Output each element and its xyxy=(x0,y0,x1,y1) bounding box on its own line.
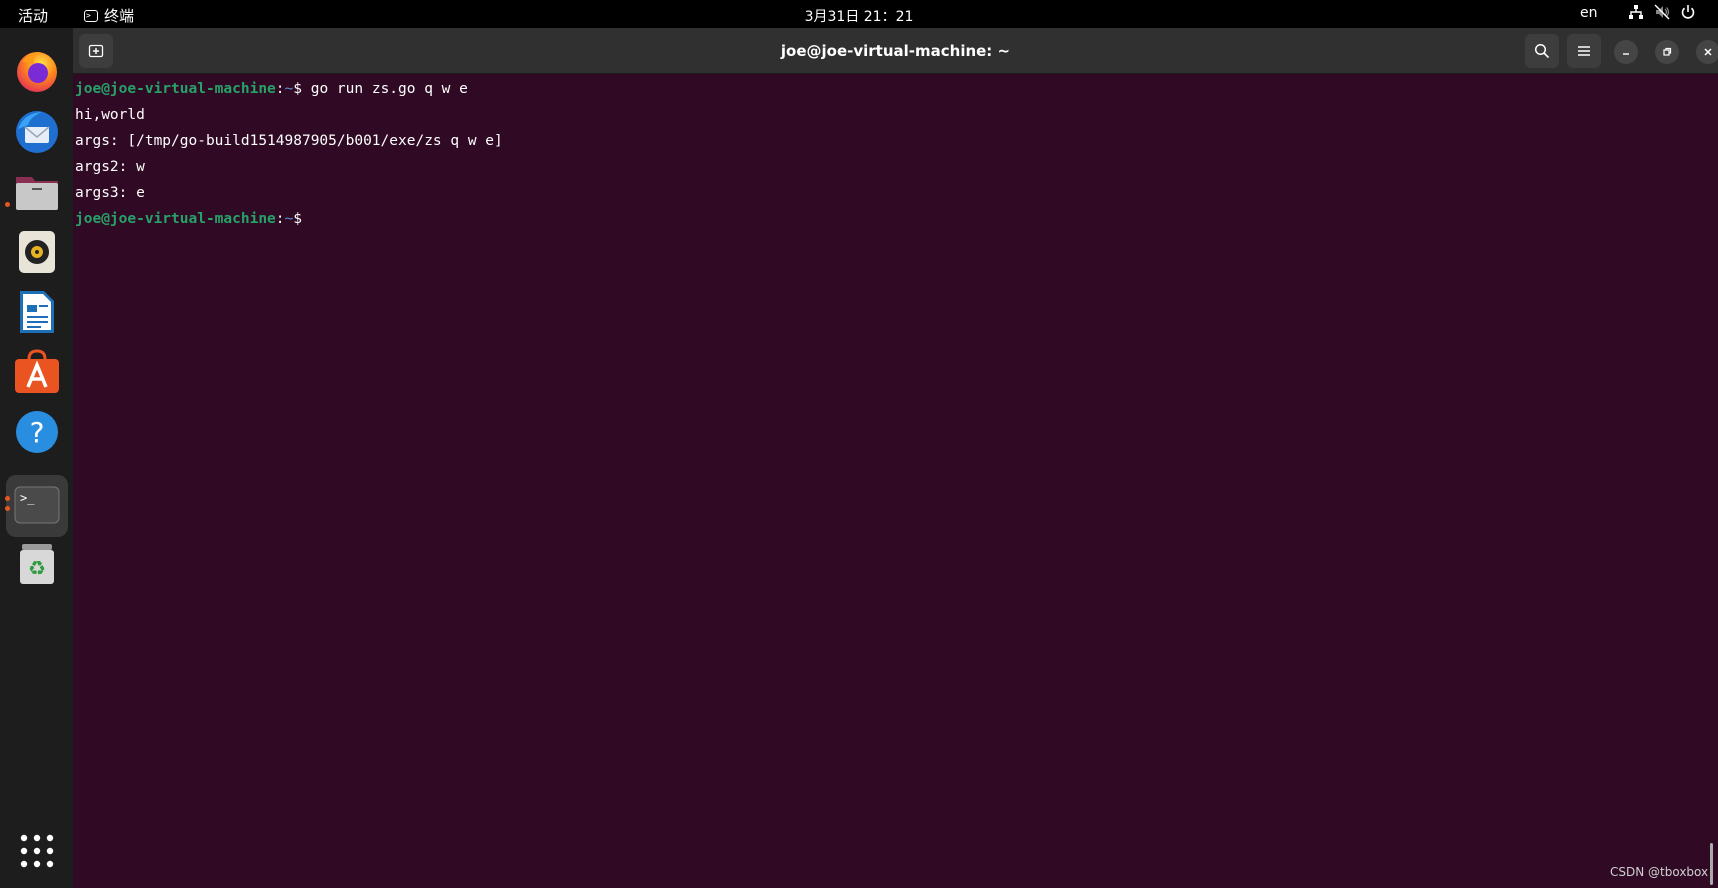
terminal-output-line: hi,world xyxy=(75,107,145,123)
clock-container: 3月31日 21：21 xyxy=(0,6,1718,26)
svg-text:?: ? xyxy=(30,416,45,449)
power-icon xyxy=(1681,5,1695,19)
new-tab-button[interactable] xyxy=(79,34,113,68)
volume-muted-icon xyxy=(1654,4,1670,20)
window-title: joe@joe-virtual-machine: ~ xyxy=(780,42,1011,60)
menu-button[interactable] xyxy=(1567,34,1601,68)
terminal-view[interactable]: joe@joe-virtual-machine:~$ go run zs.go … xyxy=(73,74,1718,888)
window-title-wrap: joe@joe-virtual-machine: ~ xyxy=(73,42,1718,60)
dock-trash[interactable]: ♻ xyxy=(14,541,60,587)
dock-help[interactable]: ? xyxy=(14,409,60,455)
files-icon xyxy=(16,177,58,210)
dock-terminal[interactable]: >_ xyxy=(14,483,60,529)
terminal-line: joe@joe-virtual-machine:~$ go run zs.go … xyxy=(75,79,468,99)
language-indicator[interactable]: en xyxy=(1580,5,1598,21)
app-center-icon xyxy=(15,349,59,393)
system-tray[interactable] xyxy=(1628,4,1696,20)
close-button[interactable] xyxy=(1696,40,1718,64)
new-tab-icon xyxy=(88,44,104,58)
command-text: go run zs.go q w e xyxy=(310,81,468,97)
hamburger-icon xyxy=(1578,46,1590,56)
search-icon xyxy=(1534,43,1550,59)
terminal-output-line: args: [/tmp/go-build1514987905/b001/exe/… xyxy=(75,133,503,149)
dock-rhythmbox[interactable] xyxy=(14,229,60,275)
terminal-icon: > xyxy=(84,9,98,22)
firefox-icon xyxy=(17,52,57,92)
search-button[interactable] xyxy=(1525,34,1559,68)
terminal-scrollbar[interactable] xyxy=(1710,843,1713,885)
watermark: CSDN @tboxbox xyxy=(1610,865,1709,879)
terminal-output-line: args3: e xyxy=(75,185,145,201)
window-headerbar: joe@joe-virtual-machine: ~ xyxy=(73,28,1718,74)
libreoffice-writer-icon xyxy=(20,291,54,333)
network-icon xyxy=(1629,5,1643,19)
prompt-path: ~ xyxy=(284,81,294,97)
dock-app-center[interactable] xyxy=(14,349,60,395)
dock-firefox[interactable] xyxy=(14,48,60,94)
minimize-button[interactable] xyxy=(1614,40,1638,64)
prompt-dollar: $ xyxy=(293,211,302,227)
clock[interactable]: 3月31日 21：21 xyxy=(805,9,914,25)
dock-libreoffice-writer[interactable] xyxy=(14,289,60,335)
close-icon xyxy=(1704,48,1712,56)
running-indicator xyxy=(5,506,10,511)
restore-icon xyxy=(1663,47,1672,56)
svg-text:>_: >_ xyxy=(20,491,35,505)
dock: ? >_ ♻ xyxy=(0,28,73,888)
dock-show-apps[interactable] xyxy=(14,828,60,874)
maximize-button[interactable] xyxy=(1655,40,1679,64)
prompt-user: joe@joe-virtual-machine xyxy=(75,211,276,227)
dock-thunderbird[interactable] xyxy=(14,109,60,155)
terminal-line: joe@joe-virtual-machine:~$ xyxy=(75,209,302,229)
app-menu[interactable]: > 终端 xyxy=(84,5,134,26)
thunderbird-icon xyxy=(16,111,58,153)
prompt-colon: : xyxy=(275,81,285,97)
show-apps-icon xyxy=(20,834,54,868)
rhythmbox-icon xyxy=(19,231,55,273)
activities-button[interactable]: 活动 xyxy=(18,5,48,26)
running-indicator xyxy=(5,496,10,501)
top-bar: 活动 > 终端 3月31日 21：21 en xyxy=(0,0,1718,28)
terminal-output-line: args2: w xyxy=(75,159,145,175)
svg-text:♻: ♻ xyxy=(28,556,46,580)
prompt-user: joe@joe-virtual-machine xyxy=(75,81,276,97)
prompt-dollar: $ xyxy=(293,81,311,97)
app-menu-label: 终端 xyxy=(104,7,135,25)
running-indicator xyxy=(5,202,10,207)
prompt-path: ~ xyxy=(284,211,294,227)
dock-files[interactable] xyxy=(14,169,60,215)
prompt-colon: : xyxy=(275,211,285,227)
help-icon: ? xyxy=(16,411,58,453)
terminal-icon: >_ xyxy=(14,486,60,524)
minimize-icon xyxy=(1623,53,1629,55)
trash-icon: ♻ xyxy=(20,544,54,584)
